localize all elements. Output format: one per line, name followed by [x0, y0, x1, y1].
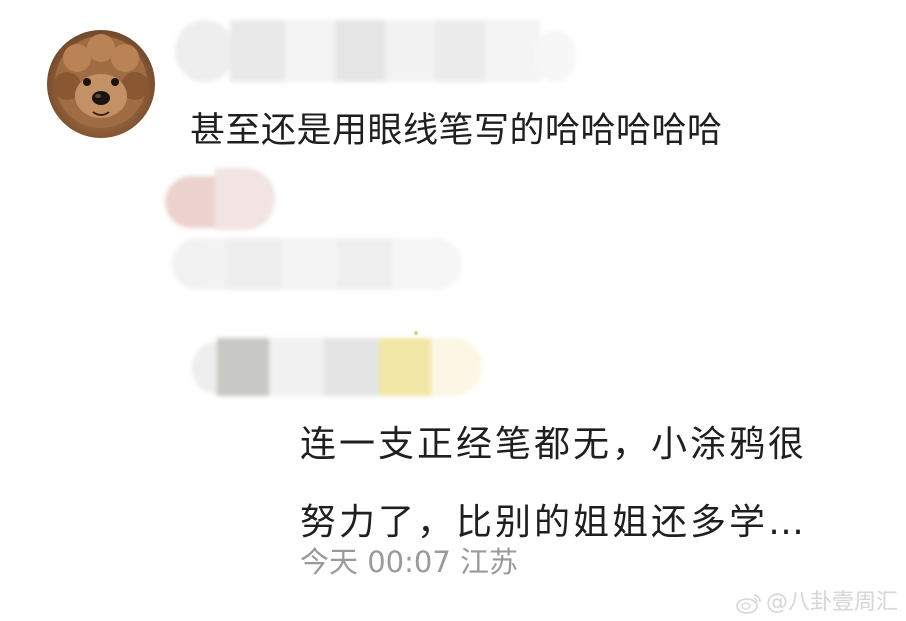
- reply-line-1: 连一支正经笔都无，小涂鸦很: [300, 424, 808, 465]
- blurred-username: [175, 20, 575, 82]
- watermark-text: @八卦壹周汇: [765, 590, 898, 615]
- avatar[interactable]: [47, 30, 155, 138]
- blurred-dot: [414, 331, 418, 335]
- reply-time: 今天 00:07: [300, 545, 451, 579]
- reply-location: 江苏: [460, 545, 519, 579]
- blurred-badge: [165, 168, 275, 230]
- watermark: @八卦壹周汇: [736, 588, 898, 618]
- blurred-username-reply-target: [172, 238, 462, 290]
- blurred-reply-username: [192, 338, 482, 396]
- comment-text: 甚至还是用眼线笔写的哈哈哈哈哈: [190, 111, 723, 151]
- weibo-icon: [736, 594, 761, 614]
- reply-meta: 今天 00:07 江苏: [300, 540, 518, 584]
- dog-avatar-icon: [53, 34, 149, 128]
- reply-text: 连一支正经笔都无，小涂鸦很 努力了，比别的姐姐还多学…: [300, 406, 906, 562]
